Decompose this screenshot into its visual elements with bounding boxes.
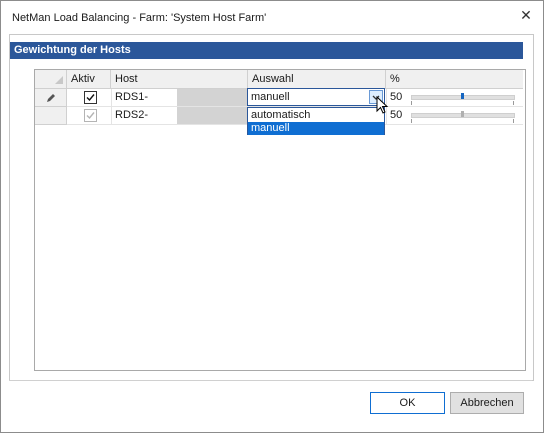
- group-header: Gewichtung der Hosts: [10, 42, 523, 59]
- aktiv-checkbox[interactable]: [84, 109, 97, 122]
- grid-corner: [35, 70, 67, 88]
- checkmark-icon: [86, 94, 95, 102]
- percent-cell: 50: [390, 91, 403, 103]
- grid-header: Aktiv Host Auswahl %: [35, 70, 523, 89]
- footer-divider: [9, 380, 532, 381]
- col-header-auswahl[interactable]: Auswahl: [248, 70, 386, 88]
- col-header-host[interactable]: Host: [111, 70, 248, 88]
- weight-slider-thumb[interactable]: [461, 93, 464, 99]
- checkmark-icon: [86, 112, 95, 120]
- redacted-hostname: [177, 107, 252, 124]
- cancel-button[interactable]: Abbrechen: [450, 392, 524, 414]
- row-selector[interactable]: [35, 89, 67, 107]
- corner-triangle-icon: [55, 76, 63, 84]
- pencil-icon: [47, 94, 55, 102]
- percent-cell: 50: [390, 109, 403, 121]
- option-manuell[interactable]: manuell: [248, 122, 384, 135]
- redacted-hostname: [177, 89, 252, 106]
- combobox-value: manuell: [251, 91, 290, 103]
- row-selector[interactable]: [35, 107, 67, 125]
- window-title: NetMan Load Balancing - Farm: 'System Ho…: [12, 12, 267, 24]
- close-icon[interactable]: ✕: [515, 6, 537, 24]
- mouse-cursor-icon: [376, 96, 389, 114]
- group-header-label: Gewichtung der Hosts: [14, 44, 131, 56]
- auswahl-dropdown-list: automatisch manuell: [247, 107, 385, 135]
- weight-slider-thumb[interactable]: [461, 111, 464, 117]
- host-cell[interactable]: RDS2-: [115, 107, 148, 124]
- ok-button[interactable]: OK: [370, 392, 445, 414]
- aktiv-checkbox[interactable]: [84, 91, 97, 104]
- auswahl-combobox[interactable]: manuell: [247, 88, 385, 106]
- host-cell[interactable]: RDS1-: [115, 89, 148, 106]
- col-header-aktiv[interactable]: Aktiv: [67, 70, 111, 88]
- option-automatisch[interactable]: automatisch: [248, 109, 384, 122]
- col-header-percent[interactable]: %: [386, 70, 523, 88]
- title-bar: NetMan Load Balancing - Farm: 'System Ho…: [1, 1, 543, 35]
